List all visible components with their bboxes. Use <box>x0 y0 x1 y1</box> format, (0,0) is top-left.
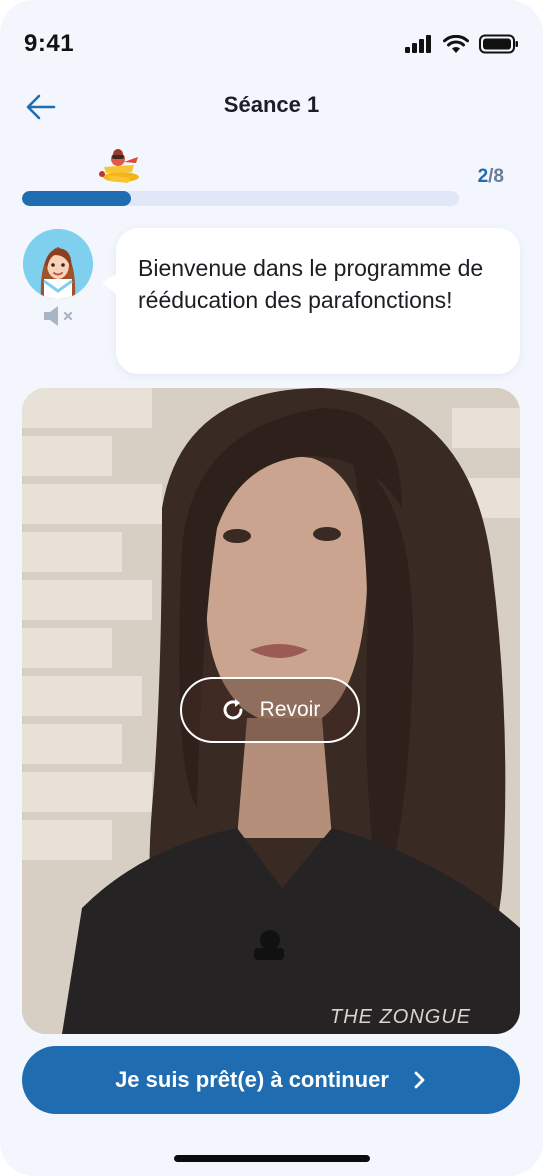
assistant-message: Bienvenue dans le programme de rééducati… <box>138 255 484 313</box>
signal-icon <box>405 35 431 53</box>
status-bar: 9:41 <box>0 0 543 90</box>
progress-current: 2 <box>477 166 489 187</box>
status-time: 9:41 <box>24 30 75 57</box>
replay-icon <box>223 699 243 720</box>
chevron-right-icon <box>414 1071 425 1089</box>
battery-icon <box>479 34 518 54</box>
replay-label: Revoir <box>259 698 321 721</box>
progress-count: 2/8 <box>478 166 504 188</box>
speaker-muted-icon[interactable] <box>42 304 76 328</box>
continue-button[interactable]: Je suis prêt(e) à continuer <box>22 1046 520 1114</box>
home-indicator <box>174 1155 370 1162</box>
progress-bar <box>22 191 459 206</box>
page-title: Séance 1 <box>223 92 320 117</box>
video-player[interactable]: THE ZONGUE Revoir <box>22 388 520 1034</box>
header: Séance 1 <box>0 80 543 130</box>
replay-button[interactable]: Revoir <box>180 677 360 743</box>
assistant-message-row: Bienvenue dans le programme de rééducati… <box>22 228 522 378</box>
speech-bubble: Bienvenue dans le programme de rééducati… <box>102 228 520 374</box>
progress-total: /8 <box>488 166 504 187</box>
progress-fill <box>22 191 132 206</box>
doctor-avatar-icon <box>23 229 93 299</box>
shirt-logo: THE ZONGUE <box>330 1006 472 1028</box>
continue-label: Je suis prêt(e) à continuer <box>115 1067 389 1092</box>
status-icons <box>405 34 519 54</box>
progress-section: 2/8 <box>22 145 522 215</box>
wifi-icon <box>443 34 469 53</box>
phone-screen: 9:41 Séance 1 2/8 Bienvenue dans le prog… <box>0 0 543 1176</box>
airplane-pilot-icon <box>99 149 139 183</box>
